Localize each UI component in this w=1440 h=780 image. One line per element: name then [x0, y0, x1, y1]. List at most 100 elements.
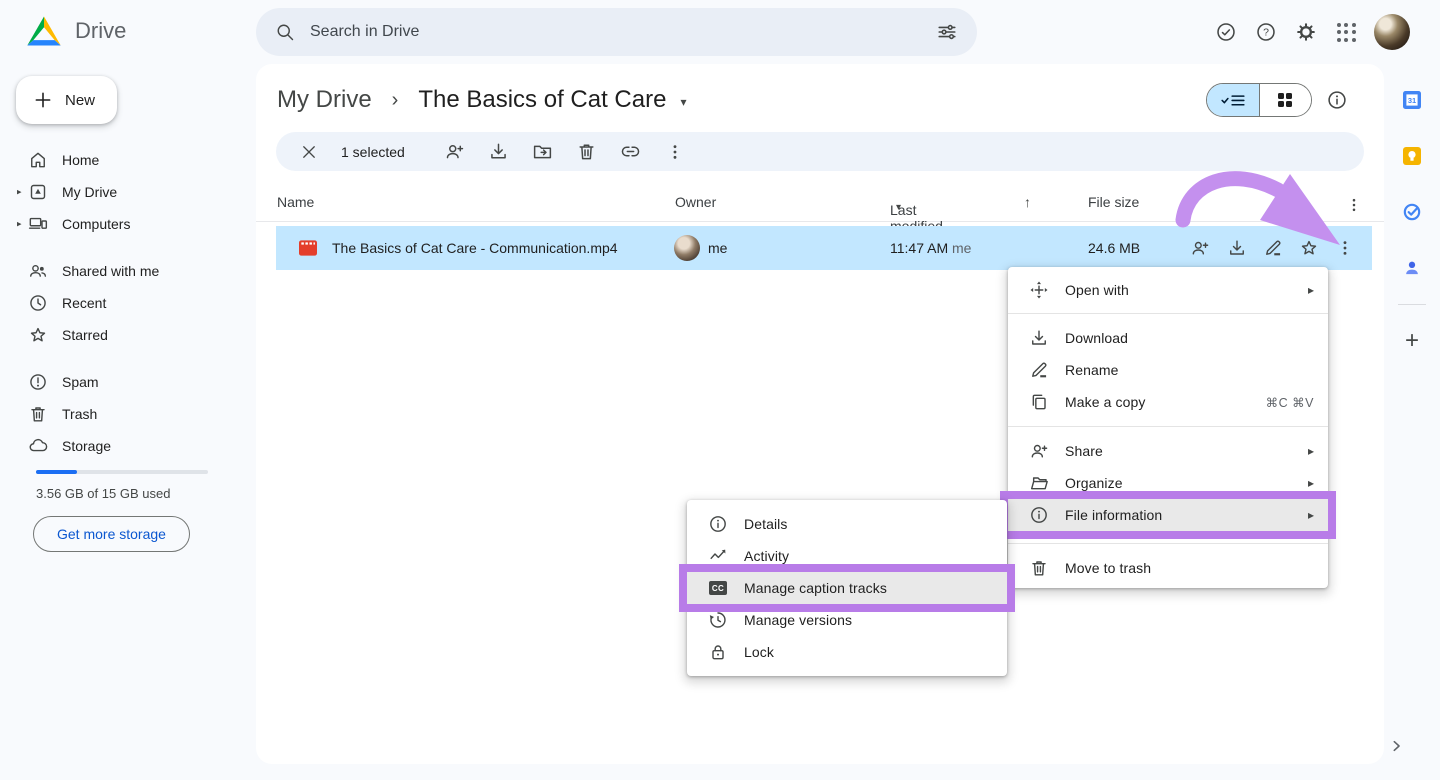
share-icon[interactable] [433, 134, 477, 170]
copy-link-icon[interactable] [609, 134, 653, 170]
breadcrumb-current[interactable]: The Basics of Cat Care [418, 86, 666, 114]
selected-count: 1 selected [341, 144, 405, 160]
collapse-panel-chevron-icon[interactable] [1386, 736, 1406, 756]
modified-time: 11:47 AM [890, 240, 948, 256]
row-download-icon[interactable] [1227, 238, 1247, 258]
menu-item-download[interactable]: Download [1008, 322, 1328, 354]
download-icon[interactable] [477, 134, 521, 170]
row-star-icon[interactable] [1299, 238, 1319, 258]
file-information-submenu: Details Activity CC Manage caption track… [687, 500, 1007, 676]
google-apps-icon[interactable] [1326, 12, 1366, 52]
lock-icon [708, 642, 728, 662]
storage-progress-fill [36, 470, 77, 474]
folder-open-icon [1029, 473, 1049, 493]
calendar-icon[interactable]: 31 [1392, 80, 1432, 120]
menu-item-organize[interactable]: Organize ▸ [1008, 467, 1328, 499]
expand-arrow-icon[interactable]: ▸ [17, 187, 22, 198]
menu-item-open-with[interactable]: Open with ▸ [1008, 267, 1328, 313]
clear-selection-icon[interactable] [293, 134, 325, 170]
person-add-icon [1029, 441, 1049, 461]
new-button[interactable]: New [16, 76, 117, 124]
trash-icon[interactable] [565, 134, 609, 170]
submenu-arrow-icon: ▸ [1308, 476, 1314, 490]
details-info-icon[interactable] [1322, 85, 1352, 115]
submenu-arrow-icon: ▸ [1308, 444, 1314, 458]
sidebar-item-label: Storage [62, 438, 111, 454]
clock-icon [28, 293, 48, 313]
menu-item-move-to-trash[interactable]: Move to trash [1008, 552, 1328, 584]
sidebar-item-home[interactable]: Home [0, 144, 256, 176]
storage-progress-track [36, 470, 208, 474]
sidebar-item-label: Spam [62, 374, 99, 390]
header-more-options-icon[interactable] [1332, 187, 1376, 223]
app-title: Drive [75, 18, 126, 44]
trash-icon [1029, 558, 1049, 578]
row-more-options-icon[interactable] [1335, 238, 1355, 258]
sidebar-item-spam[interactable]: Spam [0, 366, 256, 398]
sidebar-item-recent[interactable]: Recent [0, 287, 256, 319]
pencil-icon [1029, 360, 1049, 380]
breadcrumb-root[interactable]: My Drive [277, 86, 372, 114]
sidebar-item-storage[interactable]: Storage [0, 430, 256, 462]
settings-gear-icon[interactable] [1286, 12, 1326, 52]
tasks-icon[interactable] [1392, 192, 1432, 232]
sidebar-item-my-drive[interactable]: ▸ My Drive [0, 176, 256, 208]
help-icon[interactable]: ? [1246, 12, 1286, 52]
menu-item-label: Move to trash [1065, 560, 1314, 576]
sidebar-item-label: My Drive [62, 184, 117, 200]
cloud-icon [28, 436, 48, 456]
search-options-icon[interactable] [927, 12, 967, 52]
search-input[interactable] [310, 23, 927, 41]
keep-icon[interactable] [1392, 136, 1432, 176]
sidebar-item-trash[interactable]: Trash [0, 398, 256, 430]
breadcrumb-dropdown-icon[interactable]: ▾ [680, 91, 686, 109]
get-addons-icon[interactable]: + [1392, 321, 1432, 361]
submenu-item-details[interactable]: Details [687, 508, 1007, 540]
sidebar-item-label: Starred [62, 327, 108, 343]
sidebar-nav: Home ▸ My Drive ▸ Computers [0, 144, 256, 462]
copy-icon [1029, 392, 1049, 412]
search-icon [275, 22, 295, 42]
submenu-item-manage-caption-tracks[interactable]: CC Manage caption tracks [687, 572, 1007, 604]
row-rename-icon[interactable] [1263, 238, 1283, 258]
breadcrumb: My Drive › The Basics of Cat Care ▾ [277, 86, 686, 114]
menu-item-label: Details [744, 516, 993, 532]
trash-icon [28, 404, 48, 424]
contacts-icon[interactable] [1392, 248, 1432, 288]
column-file-size[interactable]: File size [1088, 194, 1139, 210]
list-view-button[interactable] [1207, 84, 1259, 116]
menu-item-label: Make a copy [1065, 394, 1266, 410]
menu-item-rename[interactable]: Rename [1008, 354, 1328, 386]
file-row-selected[interactable]: The Basics of Cat Care - Communication.m… [276, 226, 1372, 270]
menu-item-make-a-copy[interactable]: Make a copy ⌘C ⌘V [1008, 386, 1328, 418]
more-options-icon[interactable] [653, 134, 697, 170]
row-share-icon[interactable] [1190, 238, 1210, 258]
search-bar[interactable] [256, 8, 977, 56]
move-to-folder-icon[interactable] [521, 134, 565, 170]
sidebar-item-label: Home [62, 152, 99, 168]
account-avatar[interactable] [1374, 14, 1410, 50]
svg-text:31: 31 [1408, 96, 1416, 105]
column-owner[interactable]: Owner [675, 194, 716, 210]
sidebar-item-shared-with-me[interactable]: Shared with me [0, 255, 256, 287]
expand-arrow-icon[interactable]: ▸ [17, 219, 22, 230]
menu-item-file-information[interactable]: File information ▸ [1008, 499, 1328, 531]
selection-toolbar: 1 selected [276, 132, 1364, 171]
offline-status-icon[interactable] [1206, 12, 1246, 52]
caret-down-icon: ▾ [896, 202, 901, 213]
get-more-storage-button[interactable]: Get more storage [33, 516, 190, 552]
sidebar: New Home ▸ My Drive ▸ Compu [0, 64, 256, 780]
submenu-item-activity[interactable]: Activity [687, 540, 1007, 572]
menu-item-label: Download [1065, 330, 1314, 346]
sort-direction-icon[interactable]: ↑ [1024, 194, 1031, 210]
submenu-item-lock[interactable]: Lock [687, 636, 1007, 668]
menu-item-label: Organize [1065, 475, 1308, 491]
grid-view-button[interactable] [1259, 84, 1312, 116]
sidebar-item-starred[interactable]: Starred [0, 319, 256, 351]
menu-item-label: Lock [744, 644, 993, 660]
menu-item-share[interactable]: Share ▸ [1008, 435, 1328, 467]
submenu-item-manage-versions[interactable]: Manage versions [687, 604, 1007, 636]
column-name[interactable]: Name [277, 194, 314, 210]
storage-usage-text: 3.56 GB of 15 GB used [36, 486, 170, 501]
sidebar-item-computers[interactable]: ▸ Computers [0, 208, 256, 240]
